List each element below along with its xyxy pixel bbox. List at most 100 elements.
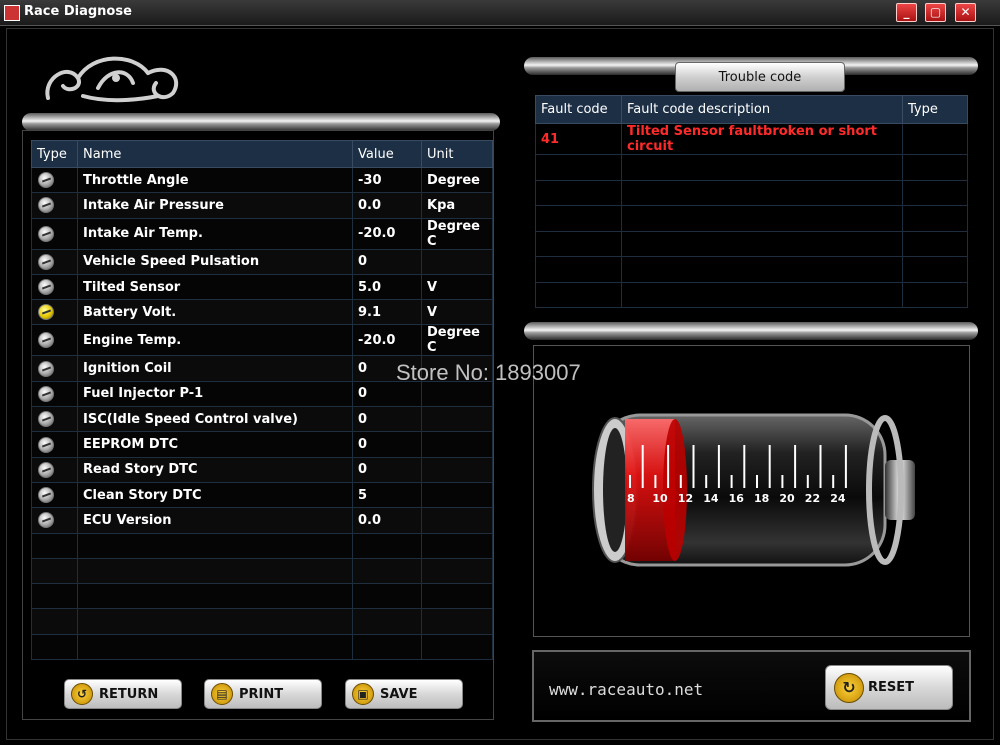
empty-row [535,154,968,181]
param-name: ISC(Idle Speed Control valve) [77,406,353,433]
empty-row [535,256,968,283]
fault-desc: Tilted Sensor faultbroken or short circu… [621,123,903,155]
param-value: 0.0 [352,192,422,219]
scale-label: 24 [830,492,846,505]
tab-trouble-code[interactable]: Trouble code [675,62,845,92]
website-link: www.raceauto.net [549,680,704,699]
param-value: -20.0 [352,324,422,357]
empty-row [31,557,493,585]
param-name: Intake Air Pressure [77,192,353,219]
param-unit: Degree [421,166,493,194]
table-row[interactable]: Tilted Sensor 5.0 V [31,273,493,301]
gauge-icon [38,172,54,189]
param-value: 5.0 [352,273,422,301]
table-row[interactable]: Engine Temp. -20.0 Degree C [31,324,493,357]
param-value: 9.1 [352,299,422,326]
table-row[interactable]: Battery Volt. 9.1 V [31,299,493,326]
table-row[interactable]: ISC(Idle Speed Control valve) 0 [31,406,493,433]
scale-label: 22 [805,492,820,505]
param-name: Ignition Coil [77,355,353,382]
table-row[interactable]: Intake Air Temp. -20.0 Degree C [31,217,493,250]
fault-row[interactable]: 41 Tilted Sensor faultbroken or short cir… [535,123,968,155]
param-value: 0 [352,431,422,458]
param-value: 0 [352,248,422,275]
param-value: -20.0 [352,217,422,250]
empty-row [535,230,968,257]
param-unit [421,406,493,433]
table-row[interactable]: ECU Version 0.0 [31,507,493,534]
gauge-icon [38,332,54,349]
param-unit: V [421,299,493,326]
param-name: Vehicle Speed Pulsation [77,248,353,275]
col-fault-type: Type [902,95,968,124]
fault-code: 41 [535,123,622,155]
save-icon: ▣ [352,683,374,705]
param-value: 0.0 [352,507,422,534]
print-button[interactable]: ▤ PRINT [204,679,322,709]
param-unit: Degree C [421,324,493,357]
store-watermark: Store No: 1893007 [396,360,581,385]
return-icon: ↺ [71,683,93,705]
param-unit: V [421,273,493,301]
app-icon [4,5,20,21]
param-name: Intake Air Temp. [77,217,353,250]
fault-type [902,123,968,155]
col-name: Name [77,140,353,168]
gauge-icon [38,385,54,402]
gauge-icon [38,253,54,270]
param-name: Engine Temp. [77,324,353,357]
empty-row [535,281,968,308]
empty-row [535,179,968,206]
param-name: Tilted Sensor [77,273,353,301]
param-unit: Degree C [421,217,493,250]
table-row[interactable]: Throttle Angle -30 Degree [31,166,493,194]
empty-row [31,633,493,661]
param-name: Clean Story DTC [77,481,353,509]
col-type: Type [31,140,78,168]
param-name: Read Story DTC [77,456,353,483]
param-unit [421,456,493,483]
trouble-code-table: Fault code Fault code description Type 4… [535,95,968,308]
scale-label: 10 [652,492,668,505]
param-name: Battery Volt. [77,299,353,326]
col-unit: Unit [421,140,493,168]
battery-header-bar [524,322,978,340]
table-row[interactable]: Read Story DTC 0 [31,456,493,483]
params-header-bar [22,113,500,131]
table-row[interactable]: EEPROM DTC 0 [31,431,493,458]
scale-label: 8 [627,492,635,505]
param-name: Fuel Injector P-1 [77,380,353,408]
reset-button[interactable]: ↻ RESET [825,665,953,710]
empty-row [31,583,493,610]
param-unit [421,481,493,509]
gauge-icon [38,279,54,296]
scale-label: 12 [678,492,693,505]
title-bar: Race Diagnose _ ▢ ✕ [0,0,1000,26]
param-name: EEPROM DTC [77,431,353,458]
printer-icon: ▤ [211,683,233,705]
scale-label: 18 [754,492,769,505]
table-row[interactable]: Vehicle Speed Pulsation 0 [31,248,493,275]
gauge-icon [38,487,54,504]
refresh-icon: ↻ [834,672,864,703]
col-value: Value [352,140,422,168]
params-table: Type Name Value Unit Throttle Angle -30 De… [31,140,493,661]
close-button[interactable]: ✕ [955,3,976,22]
param-value: 0 [352,456,422,483]
param-value: 0 [352,406,422,433]
gauge-icon [38,461,54,478]
save-button[interactable]: ▣ SAVE [345,679,463,709]
empty-row [31,532,493,559]
table-row[interactable]: Clean Story DTC 5 [31,481,493,509]
gauge-icon [38,411,54,428]
empty-row [535,205,968,232]
scale-label: 16 [729,492,745,505]
param-value: 5 [352,481,422,509]
gauge-icon [38,360,54,377]
table-row[interactable]: Intake Air Pressure 0.0 Kpa [31,192,493,219]
maximize-button[interactable]: ▢ [925,3,946,22]
scale-label: 14 [703,492,719,505]
minimize-button[interactable]: _ [896,3,917,22]
return-button[interactable]: ↺ RETURN [64,679,182,709]
race-logo [45,56,179,103]
